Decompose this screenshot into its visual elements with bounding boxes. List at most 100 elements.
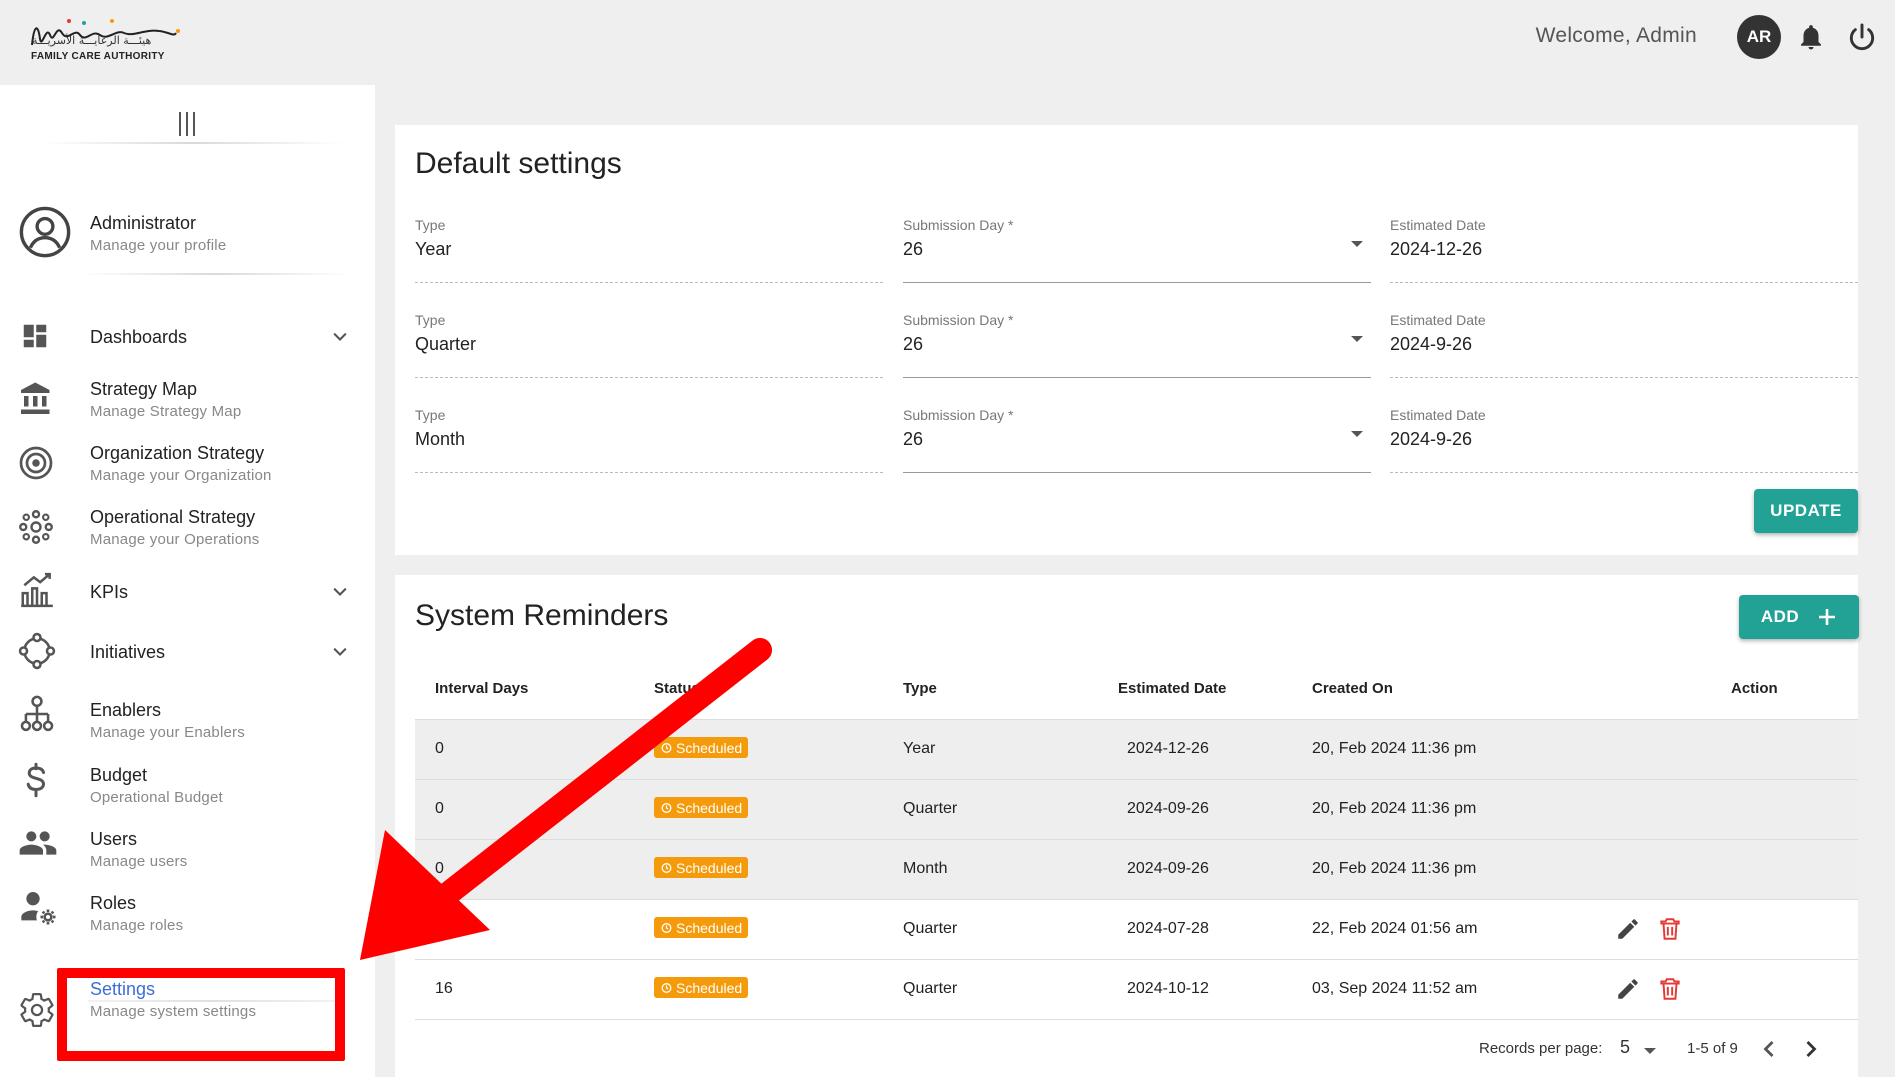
type-cell: Quarter: [903, 920, 958, 937]
plus-icon: [1819, 609, 1836, 625]
sidebar-item-budget[interactable]: Budget Operational Budget: [0, 755, 375, 811]
org-tree-icon: [20, 695, 54, 732]
language-avatar-button[interactable]: AR: [1737, 15, 1781, 59]
estimated-date-cell: 2024-10-12: [1127, 980, 1209, 997]
interval-cell: 16: [435, 980, 453, 997]
column-header-status[interactable]: Status: [654, 680, 700, 697]
type-value: Year: [415, 239, 452, 259]
sidebar-divider: [80, 273, 350, 275]
user-circle-icon: [19, 206, 71, 258]
edit-pencil-icon[interactable]: [1615, 976, 1641, 1002]
submission-day-label: Submission Day *: [903, 217, 1014, 233]
sidebar-item-roles[interactable]: Roles Manage roles: [0, 883, 375, 939]
column-header-interval-days[interactable]: Interval Days: [435, 680, 528, 697]
submission-day-label: Submission Day *: [903, 407, 1014, 423]
history-icon: [661, 802, 672, 813]
sidebar-item-subtitle: Manage your Organization: [90, 467, 272, 484]
sidebar-item-label: Organization Strat​egy: [90, 443, 265, 463]
type-label: Type: [415, 312, 446, 328]
estimated-date-field: Estimated Date 2024-9-26: [1390, 407, 1858, 473]
power-icon[interactable]: [1846, 20, 1878, 54]
type-cell: Year: [903, 740, 936, 757]
submission-day-select[interactable]: Submission Day * 26: [903, 217, 1371, 283]
type-field: Type Quarter: [415, 312, 883, 378]
chevron-left-icon[interactable]: [1755, 1035, 1783, 1063]
sidebar-item-kpis[interactable]: KPIs: [0, 570, 375, 626]
submission-day-value: 26: [903, 429, 924, 449]
sidebar-profile-subtitle: Manage your profile: [90, 237, 227, 254]
status-text: Scheduled: [676, 739, 743, 756]
add-button-label: ADD: [1760, 607, 1800, 626]
user-gear-icon: [21, 892, 56, 925]
type-cell: Quarter: [903, 800, 958, 817]
type-cell: Quarter: [903, 980, 958, 997]
add-reminder-button[interactable]: ADD: [1739, 595, 1859, 639]
records-per-page-select[interactable]: 5: [1620, 1037, 1630, 1058]
update-button[interactable]: UPDATE: [1754, 489, 1858, 533]
submission-day-value: 26: [903, 334, 924, 354]
interval-cell: 0: [435, 860, 444, 877]
type-field: Type Year: [415, 217, 883, 283]
estimated-date-cell: 2024-07-28: [1127, 920, 1209, 937]
type-field: Type Month: [415, 407, 883, 473]
sidebar-item-label: KPIs: [90, 582, 129, 602]
bell-icon[interactable]: [1796, 20, 1826, 54]
column-header-type[interactable]: Type: [903, 680, 937, 697]
sidebar-item-organization-strategy[interactable]: Organization Strat​egy Manage your Organ…: [0, 441, 375, 497]
created-on-cell: 22, Feb 2024 01:56 am: [1312, 920, 1478, 937]
status-text: Scheduled: [676, 859, 743, 876]
sidebar-item-initiatives[interactable]: Initiatives: [0, 630, 375, 686]
caret-down-icon[interactable]: [1644, 1048, 1656, 1054]
sidebar-item-label: Budget: [90, 765, 148, 785]
estimated-date-cell: 2024-12-26: [1127, 740, 1209, 757]
sidebar-item-label: Strat​egy Map: [90, 379, 198, 399]
table-row: 16 Scheduled Quarter 2024-10-12 03, Sep …: [415, 960, 1858, 1020]
sidebar-item-operational-strategy[interactable]: Operational Strat​egy Manage your Operat…: [0, 505, 375, 561]
table-row: 0 Scheduled Month 2024-09-26 20, Feb 202…: [415, 840, 1858, 900]
sidebar-item-strategy-map[interactable]: Strat​egy Map Manage Strat​egy Map: [0, 377, 375, 433]
menu-toggle-icon[interactable]: [176, 110, 198, 138]
sidebar-item-label: Users: [90, 829, 138, 849]
system-reminders-card: System Reminders ADD Interval Days Statu…: [395, 575, 1859, 1077]
edit-pencil-icon[interactable]: [1615, 916, 1641, 942]
sidebar-item-dashboards[interactable]: Dashboards: [0, 317, 375, 373]
interval-cell: 0: [435, 740, 444, 757]
welcome-text: Welcome, Admin: [1535, 24, 1697, 47]
sidebar-item-label: Initiatives: [90, 642, 166, 662]
sidebar-item-subtitle: Manage Strat​egy Map: [90, 403, 242, 420]
sidebar-item-subtitle: Operational Budget: [90, 789, 223, 806]
history-icon: [661, 742, 672, 753]
delete-trash-icon[interactable]: [1657, 916, 1683, 942]
caret-down-icon: [1351, 336, 1363, 342]
default-settings-card: Default settings Type Year Submission Da…: [395, 125, 1858, 555]
gear-icon: [20, 993, 54, 1028]
column-header-created-on[interactable]: Created On: [1312, 680, 1393, 697]
chevron-right-icon[interactable]: [1797, 1035, 1825, 1063]
sidebar-item-subtitle: Manage your Enablers: [90, 724, 245, 741]
target-icon: [19, 446, 53, 480]
history-icon: [661, 922, 672, 933]
created-on-cell: 20, Feb 2024 11:36 pm: [1312, 800, 1477, 817]
status-badge: Scheduled: [654, 857, 749, 878]
sidebar: Administrator Manage your profile Dashbo…: [0, 85, 375, 1077]
caret-down-icon: [1351, 241, 1363, 247]
estimated-date-label: Estimated Date: [1390, 217, 1486, 233]
type-value: Month: [415, 429, 466, 449]
sidebar-item-label: Enablers: [90, 700, 162, 720]
sidebar-item-users[interactable]: Users Manage users: [0, 819, 375, 875]
column-header-estimated-date[interactable]: Estimated Date: [1118, 680, 1226, 697]
cycle-icon: [18, 632, 56, 670]
submission-day-select[interactable]: Submission Day * 26: [903, 312, 1371, 378]
logo-english-text: FAMILY CARE AUTHORITY: [31, 51, 165, 62]
delete-trash-icon[interactable]: [1657, 976, 1683, 1002]
sidebar-profile[interactable]: Administrator Manage your profile: [0, 205, 375, 261]
sidebar-item-enablers[interactable]: Enablers Manage your Enablers: [0, 690, 375, 746]
estimated-date-field: Estimated Date 2024-9-26: [1390, 312, 1858, 378]
status-text: Scheduled: [676, 979, 743, 996]
status-text: Scheduled: [676, 919, 743, 936]
type-value: Quarter: [415, 334, 477, 354]
submission-day-select[interactable]: Submission Day * 26: [903, 407, 1371, 473]
interval-cell: 60: [435, 920, 453, 937]
chevron-down-icon: [333, 647, 347, 656]
bank-icon: [21, 382, 50, 414]
